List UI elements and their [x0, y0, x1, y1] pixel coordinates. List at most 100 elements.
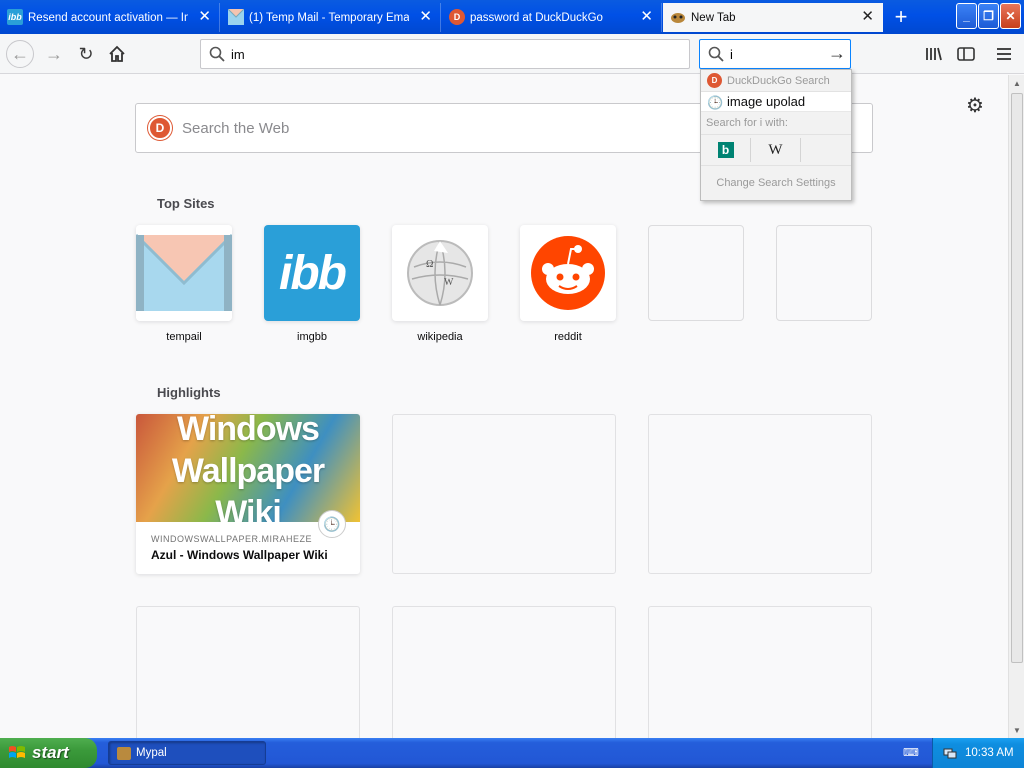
- wikipedia-icon: W: [768, 141, 783, 158]
- top-site-tempail[interactable]: tempail: [136, 225, 232, 343]
- ddg-favicon-icon: D: [449, 9, 465, 25]
- forward-arrow-icon[interactable]: →: [40, 40, 68, 68]
- highlight-domain: WINDOWSWALLPAPER.MIRAHEZE: [151, 534, 313, 544]
- top-site-wikipedia[interactable]: Ω W wikipedia: [392, 225, 488, 343]
- wikipedia-engine-button[interactable]: W: [751, 138, 801, 162]
- bing-icon: b: [717, 142, 734, 158]
- top-sites-heading: Top Sites: [157, 196, 215, 211]
- maximize-button[interactable]: ❐: [978, 3, 999, 29]
- mypal-app-icon: [117, 747, 131, 760]
- sidebar-icon[interactable]: [952, 40, 980, 68]
- search-icon: [209, 46, 225, 65]
- web-search-placeholder: Search the Web: [182, 119, 290, 137]
- thumbnail-text: Windows: [177, 414, 320, 448]
- highlight-placeholder: [648, 606, 872, 738]
- tab-imgbb[interactable]: ibb Resend account activation — Img ✕: [0, 3, 220, 32]
- top-site-reddit[interactable]: reddit: [520, 225, 616, 343]
- tab-close-icon[interactable]: ✕: [198, 8, 211, 26]
- tab-label: (1) Temp Mail - Temporary Email: [249, 11, 409, 24]
- search-suggestions-popup: D DuckDuckGo Search 🕒 image upolad Searc…: [700, 69, 852, 201]
- navigation-toolbar: ← → ↻ im i →: [0, 34, 1024, 74]
- tab-label: Resend account activation — Img: [28, 11, 188, 24]
- url-bar-value: im: [231, 46, 245, 62]
- highlights-heading: Highlights: [157, 385, 221, 400]
- go-arrow-icon[interactable]: →: [828, 43, 846, 64]
- highlight-thumbnail: Windows Wallpaper Wiki: [136, 414, 360, 522]
- tab-duckduckgo[interactable]: D password at DuckDuckGo ✕: [442, 3, 662, 32]
- highlight-placeholder: [648, 414, 872, 574]
- start-button[interactable]: start: [0, 738, 97, 768]
- search-engine-name: DuckDuckGo Search: [727, 74, 830, 87]
- window-close-button[interactable]: ✕: [1000, 3, 1021, 29]
- top-site-name: tempail: [166, 331, 202, 343]
- library-icon[interactable]: [920, 40, 948, 68]
- top-site-tile[interactable]: [136, 225, 232, 321]
- highlight-placeholder: [392, 606, 616, 738]
- tab-new-tab[interactable]: New Tab ✕: [663, 3, 883, 32]
- clock: 10:33 AM: [965, 747, 1014, 759]
- tab-close-icon[interactable]: ✕: [861, 8, 874, 26]
- search-bar-value: i: [730, 46, 733, 62]
- network-icon[interactable]: [943, 746, 957, 760]
- url-bar[interactable]: im: [200, 39, 690, 69]
- start-label: start: [32, 743, 69, 762]
- search-suggestion[interactable]: 🕒 image upolad: [701, 92, 851, 112]
- top-site-placeholder[interactable]: [648, 225, 744, 321]
- vertical-scrollbar[interactable]: ▲ ▼: [1008, 75, 1024, 738]
- scroll-up-icon[interactable]: ▲: [1009, 75, 1024, 91]
- search-engine-header: D DuckDuckGo Search: [701, 70, 851, 92]
- top-site-tile[interactable]: ibb: [264, 225, 360, 321]
- duckduckgo-logo-icon: D: [148, 116, 172, 140]
- windows-taskbar: start Mypal ⌨ 10:33 AM: [0, 738, 1024, 768]
- top-site-name: imgbb: [297, 331, 327, 343]
- reddit-alien-icon: [531, 236, 605, 310]
- history-clock-icon: 🕒: [318, 510, 346, 538]
- scrollbar-thumb[interactable]: [1011, 93, 1023, 663]
- tempmail-logo-icon: [136, 225, 232, 321]
- search-icon: [708, 46, 724, 65]
- tab-close-icon[interactable]: ✕: [419, 8, 432, 26]
- scroll-down-icon[interactable]: ▼: [1009, 722, 1024, 738]
- gear-icon[interactable]: ⚙: [966, 93, 984, 118]
- tab-label: password at DuckDuckGo: [470, 11, 603, 24]
- reload-icon[interactable]: ↻: [72, 40, 100, 68]
- svg-text:Ω: Ω: [426, 259, 433, 270]
- new-tab-page: D Search the Web ⚙ Top Sites tempail ibb…: [0, 75, 1008, 738]
- tab-close-icon[interactable]: ✕: [640, 8, 653, 26]
- tab-tempmail[interactable]: (1) Temp Mail - Temporary Email ✕: [221, 3, 441, 32]
- new-tab-plus-icon[interactable]: +: [888, 3, 914, 31]
- imgbb-logo-icon: ibb: [279, 246, 347, 300]
- history-clock-icon: 🕒: [707, 95, 724, 110]
- duckduckgo-icon: D: [707, 73, 722, 88]
- thumbnail-text: Wallpaper: [171, 452, 325, 490]
- keyboard-icon[interactable]: ⌨: [903, 746, 921, 760]
- tab-label: New Tab: [691, 11, 736, 24]
- back-arrow-icon[interactable]: ←: [6, 40, 34, 68]
- highlight-placeholder: [136, 606, 360, 738]
- top-site-empty[interactable]: [776, 225, 872, 321]
- mypal-favicon-icon: [670, 9, 686, 25]
- highlight-title: Azul - Windows Wallpaper Wiki: [151, 548, 328, 562]
- top-site-empty[interactable]: [648, 225, 744, 321]
- taskbar-item-mypal[interactable]: Mypal: [108, 741, 266, 765]
- imgbb-favicon-icon: ibb: [7, 9, 23, 25]
- top-site-placeholder[interactable]: [776, 225, 872, 321]
- system-tray: 10:33 AM: [932, 738, 1024, 768]
- minimize-button[interactable]: _: [956, 3, 977, 29]
- one-off-engines: b W: [701, 134, 851, 166]
- highlight-card[interactable]: Windows Wallpaper Wiki 🕒 WINDOWSWALLPAPE…: [136, 414, 360, 574]
- mail-favicon-icon: [228, 9, 244, 25]
- taskbar-item-label: Mypal: [136, 747, 167, 759]
- menu-icon[interactable]: [990, 40, 1018, 68]
- change-search-settings-button[interactable]: Change Search Settings: [701, 166, 851, 200]
- top-site-name: reddit: [554, 331, 582, 343]
- suggestion-text: image upolad: [727, 94, 806, 109]
- svg-text:W: W: [444, 277, 454, 288]
- bing-engine-button[interactable]: b: [701, 138, 751, 162]
- top-site-tile[interactable]: [520, 225, 616, 321]
- search-for-label: Search for i with:: [701, 112, 851, 134]
- top-site-imgbb[interactable]: ibb imgbb: [264, 225, 360, 343]
- home-icon[interactable]: [103, 40, 131, 68]
- search-bar[interactable]: i →: [699, 39, 851, 69]
- top-site-tile[interactable]: Ω W: [392, 225, 488, 321]
